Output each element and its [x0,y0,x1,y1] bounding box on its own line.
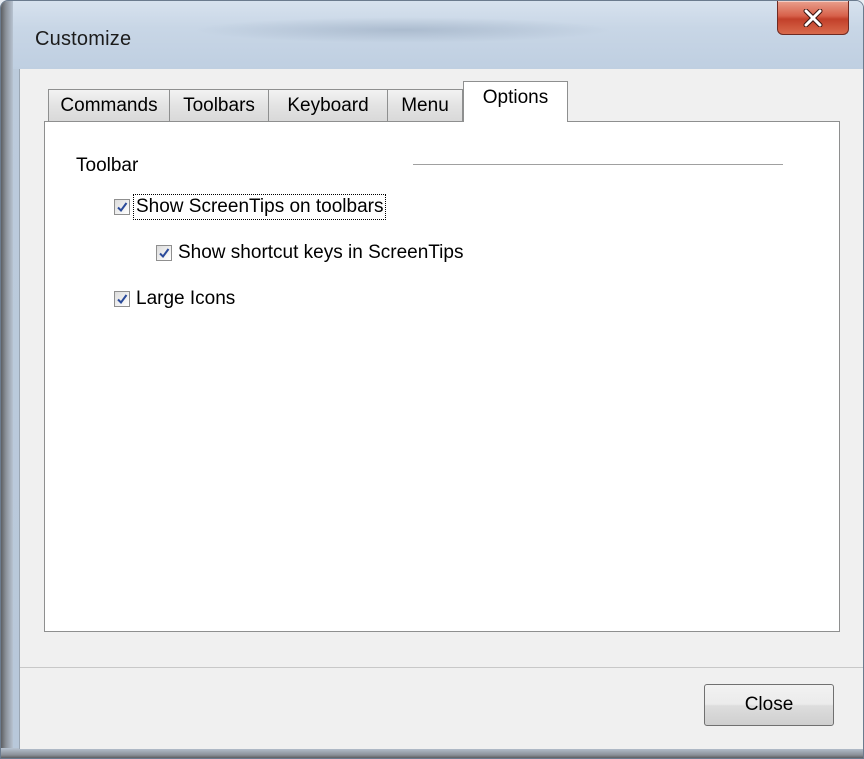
footer-divider [20,667,863,668]
window-title: Customize [35,28,132,50]
checkbox-box[interactable] [156,245,172,261]
checkmark-icon [117,294,128,305]
toolbar-group-label: Toolbar [76,155,139,176]
tab-label: Toolbars [183,94,255,116]
large-icons-label: Large Icons [136,288,236,309]
tab-label: Menu [401,94,449,116]
close-button[interactable]: Close [704,684,834,726]
tab-label: Options [482,87,549,108]
show-shortcut-keys-label: Show shortcut keys in ScreenTips [178,242,464,263]
show-screentips-checkbox[interactable]: Show ScreenTips on toolbars [114,194,387,220]
window-close-button[interactable] [777,1,849,35]
title-bar-glass [193,17,613,43]
show-shortcut-keys-checkbox[interactable]: Show shortcut keys in ScreenTips [156,241,465,265]
options-panel: Toolbar Show ScreenTips on toolbars Show… [44,121,840,632]
checkmark-icon [159,248,170,259]
tab-options[interactable]: Options [463,81,568,122]
tab-toolbars[interactable]: Toolbars [169,89,269,121]
window-frame-left [1,1,13,758]
window-frame-bottom [1,748,863,758]
tab-label: Commands [60,94,158,116]
tab-label: Keyboard [287,94,369,116]
checkmark-icon [117,202,128,213]
checkbox-box[interactable] [114,291,130,307]
title-bar[interactable]: Customize [13,1,863,69]
tab-commands[interactable]: Commands [48,89,170,121]
dialog-client-area: Commands Toolbars Keyboard Menu Options … [19,69,863,749]
close-icon [803,8,823,27]
group-divider [413,164,783,166]
large-icons-checkbox[interactable]: Large Icons [114,287,237,311]
tab-menu[interactable]: Menu [387,89,463,121]
checkbox-box[interactable] [114,199,130,215]
customize-dialog: Customize Commands Toolbars Keyboard Men… [0,0,864,759]
show-screentips-label: Show ScreenTips on toolbars [132,194,387,220]
tab-keyboard[interactable]: Keyboard [268,89,388,121]
